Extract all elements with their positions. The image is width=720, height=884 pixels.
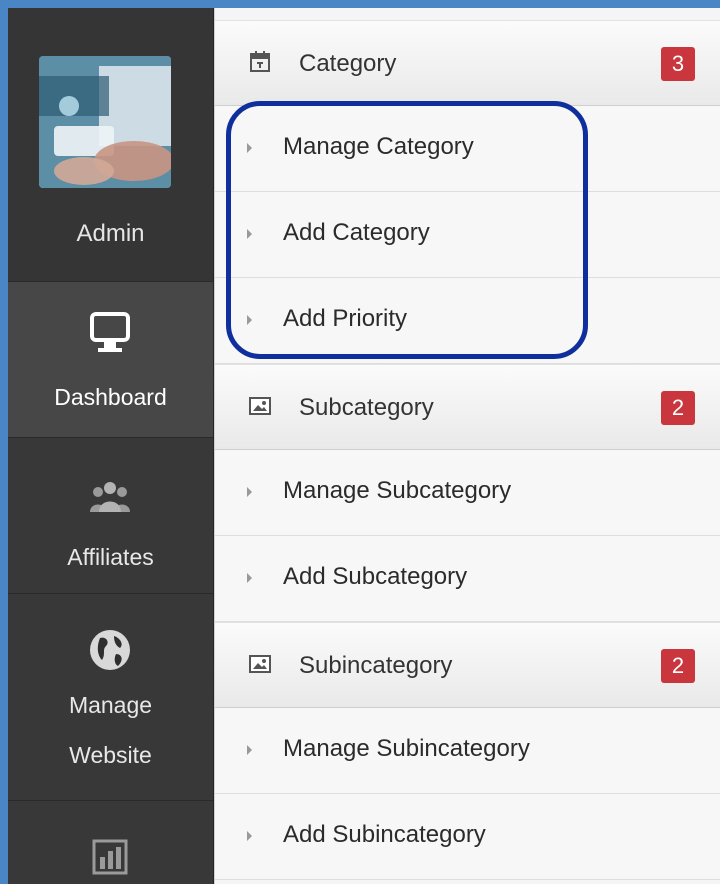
menu-item-label: Manage Subincategory [283,735,530,762]
app-frame: Admin Dashboard Affiliates Manage Websit… [8,8,720,884]
menu-item-label: Manage Subcategory [283,477,512,504]
profile-name: Admin [76,220,145,247]
sidebar: Admin Dashboard Affiliates Manage Websit… [8,8,213,884]
menu-item-add-subcategory[interactable]: Add Subcategory [215,536,720,622]
group-label: Category [299,50,397,77]
sidebar-item-manage-website[interactable]: Manage Website [8,593,213,800]
monitor-icon [90,312,130,352]
menu-item-label: Add Priority [283,305,408,332]
caret-right-icon [247,315,252,325]
caret-right-icon [247,229,252,239]
group-header-subincategory[interactable]: Subincategory 2 [215,622,720,708]
sidebar-item-label-line2: Website [69,742,152,768]
menu-item-manage-subcategory[interactable]: Manage Subcategory [215,450,720,536]
caret-right-icon [247,487,252,497]
menu-item-add-subincategory[interactable]: Add Subincategory [215,794,720,880]
globe-icon [90,630,130,670]
sidebar-item-label: Dashboard [54,384,167,410]
sidebar-item-dashboard[interactable]: Dashboard [8,281,213,437]
sidebar-item-reports[interactable] [8,800,213,884]
image-icon [249,655,271,673]
menu-item-label: Add Subincategory [283,821,486,848]
image-icon [249,397,271,415]
menu-item-manage-subincategory[interactable]: Manage Subincategory [215,708,720,794]
group-header-subcategory[interactable]: Subcategory 2 [215,364,720,450]
avatar-image [39,56,171,188]
caret-right-icon [247,573,252,583]
menu-item-label: Add Category [283,219,430,246]
menu-item-add-priority[interactable]: Add Priority [215,278,720,364]
caret-right-icon [247,745,252,755]
menu-item-add-category[interactable]: Add Category [215,192,720,278]
bar-chart-icon [92,839,128,875]
submenu-panel: Category 3 Manage Category Add Category … [214,8,720,884]
menu-item-label: Manage Category [283,133,474,160]
sidebar-item-label: Affiliates [67,544,154,570]
users-icon [90,482,130,512]
menu-item-label: Add Subcategory [283,563,468,590]
calendar-icon [250,51,270,72]
sidebar-item-label-line1: Manage [68,692,153,718]
group-label: Subcategory [299,394,434,421]
count-badge: 3 [661,47,695,81]
count-badge: 2 [661,649,695,683]
sidebar-item-affiliates[interactable]: Affiliates [8,437,213,593]
menu-item-manage-category[interactable]: Manage Category [215,106,720,192]
group-header-category[interactable]: Category 3 [215,20,720,106]
profile-section: Admin [8,8,213,281]
caret-right-icon [247,143,252,153]
caret-right-icon [247,831,252,841]
avatar[interactable] [39,56,171,188]
group-label: Subincategory [299,652,453,679]
count-badge: 2 [661,391,695,425]
